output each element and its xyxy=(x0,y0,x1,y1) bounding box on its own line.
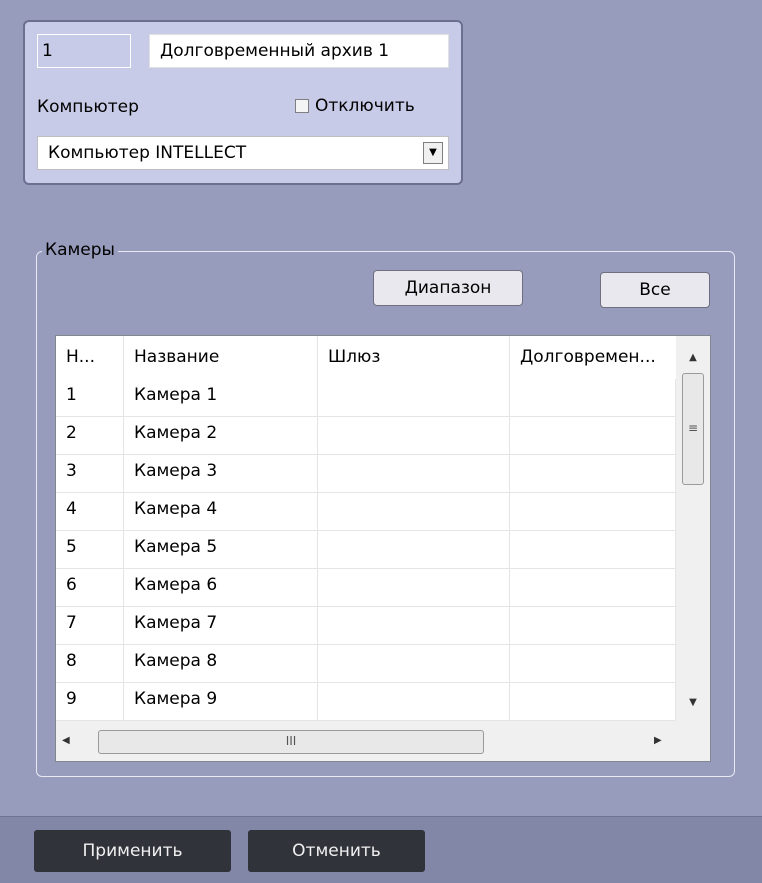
cell-number: 8 xyxy=(56,645,124,682)
computer-select[interactable]: Компьютер INTELLECT ▼ xyxy=(37,136,449,170)
cell-name: Камера 9 xyxy=(124,683,318,720)
column-header-archive[interactable]: Долговремен... xyxy=(510,336,676,379)
archive-settings-panel: 1 Долговременный архив 1 Компьютер Отклю… xyxy=(23,20,463,185)
archive-name-field[interactable]: Долговременный архив 1 xyxy=(149,34,449,68)
cell-gateway xyxy=(318,455,510,492)
table-row[interactable]: 3 Камера 3 xyxy=(56,455,676,493)
scroll-right-icon[interactable]: ▶ xyxy=(654,721,662,761)
cell-name: Камера 2 xyxy=(124,417,318,454)
cell-gateway xyxy=(318,531,510,568)
cell-gateway xyxy=(318,493,510,530)
table-row[interactable]: 9 Камера 9 xyxy=(56,683,676,721)
cameras-group-label: Камеры xyxy=(42,240,118,260)
cell-number: 9 xyxy=(56,683,124,720)
column-header-name[interactable]: Название xyxy=(124,336,318,379)
all-button[interactable]: Все xyxy=(600,272,710,308)
horizontal-scroll-thumb[interactable]: III xyxy=(98,730,484,754)
cell-archive xyxy=(510,569,676,606)
horizontal-scrollbar[interactable]: ◀ III ▶ xyxy=(56,721,676,761)
cell-archive xyxy=(510,493,676,530)
table-header: Н... Название Шлюз Долговремен... xyxy=(56,336,676,380)
cell-archive xyxy=(510,683,676,720)
apply-button[interactable]: Применить xyxy=(34,830,231,872)
settings-area: 1 Долговременный архив 1 Компьютер Отклю… xyxy=(0,0,762,816)
archive-id-field[interactable]: 1 xyxy=(37,34,131,68)
table-row[interactable]: 2 Камера 2 xyxy=(56,417,676,455)
range-button[interactable]: Диапазон xyxy=(373,270,523,306)
table-row[interactable]: 4 Камера 4 xyxy=(56,493,676,531)
disable-checkbox[interactable]: Отключить xyxy=(295,95,415,117)
cell-name: Камера 4 xyxy=(124,493,318,530)
table-row[interactable]: 6 Камера 6 xyxy=(56,569,676,607)
cell-name: Камера 7 xyxy=(124,607,318,644)
table-body: 1 Камера 1 2 Камера 2 3 Камера 3 4 Камер… xyxy=(56,379,676,721)
computer-label: Компьютер xyxy=(37,97,139,117)
vertical-scrollbar[interactable]: ▲ ≡ ▼ xyxy=(676,336,710,721)
scroll-down-icon[interactable]: ▼ xyxy=(676,686,710,719)
cell-number: 7 xyxy=(56,607,124,644)
cell-number: 6 xyxy=(56,569,124,606)
vertical-scroll-thumb[interactable]: ≡ xyxy=(682,373,704,485)
cell-gateway xyxy=(318,379,510,416)
cell-number: 2 xyxy=(56,417,124,454)
cell-gateway xyxy=(318,607,510,644)
table-row[interactable]: 8 Камера 8 xyxy=(56,645,676,683)
cell-archive xyxy=(510,379,676,416)
cell-archive xyxy=(510,645,676,682)
table-row[interactable]: 5 Камера 5 xyxy=(56,531,676,569)
cell-archive xyxy=(510,417,676,454)
table-row[interactable]: 1 Камера 1 xyxy=(56,379,676,417)
cancel-button[interactable]: Отменить xyxy=(248,830,425,872)
dropdown-arrow-icon[interactable]: ▼ xyxy=(423,142,443,164)
cell-archive xyxy=(510,455,676,492)
cell-number: 1 xyxy=(56,379,124,416)
cell-name: Камера 5 xyxy=(124,531,318,568)
table-row[interactable]: 7 Камера 7 xyxy=(56,607,676,645)
cell-gateway xyxy=(318,645,510,682)
cell-archive xyxy=(510,531,676,568)
cell-gateway xyxy=(318,683,510,720)
cell-name: Камера 3 xyxy=(124,455,318,492)
disable-label: Отключить xyxy=(315,96,415,116)
column-header-gateway[interactable]: Шлюз xyxy=(318,336,510,379)
checkbox-box[interactable] xyxy=(295,99,309,113)
cell-number: 3 xyxy=(56,455,124,492)
cell-name: Камера 1 xyxy=(124,379,318,416)
cell-number: 5 xyxy=(56,531,124,568)
cell-number: 4 xyxy=(56,493,124,530)
scroll-left-icon[interactable]: ◀ xyxy=(62,721,70,761)
scrollbar-corner xyxy=(676,721,710,761)
computer-select-value: Компьютер INTELLECT xyxy=(48,143,247,163)
cell-name: Камера 6 xyxy=(124,569,318,606)
cell-gateway xyxy=(318,569,510,606)
cameras-group: Камеры Диапазон Все Н... Название Шлюз Д… xyxy=(36,240,735,777)
footer-bar: Применить Отменить xyxy=(0,816,762,883)
cell-archive xyxy=(510,607,676,644)
cell-name: Камера 8 xyxy=(124,645,318,682)
scroll-up-icon[interactable]: ▲ xyxy=(676,341,710,374)
cameras-table: Н... Название Шлюз Долговремен... 1 Каме… xyxy=(55,335,711,762)
column-header-number[interactable]: Н... xyxy=(56,336,124,379)
cell-gateway xyxy=(318,417,510,454)
